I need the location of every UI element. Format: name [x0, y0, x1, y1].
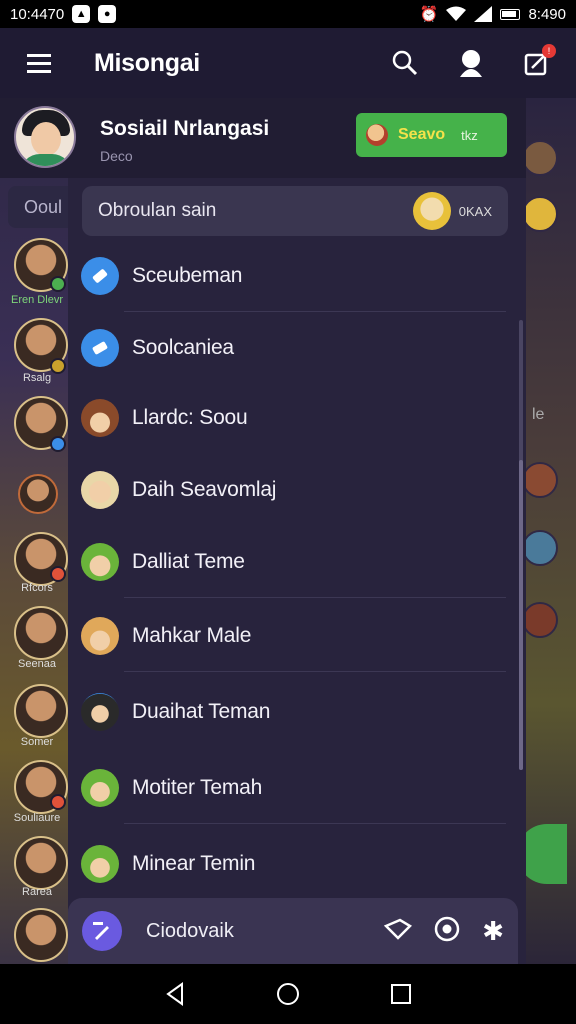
list-item[interactable]: Soolcaniea [68, 312, 526, 384]
left-avatar[interactable] [14, 908, 68, 962]
coin-icon [366, 124, 388, 146]
status-time: 10:4470 [10, 5, 65, 23]
right-avatar[interactable] [522, 602, 558, 638]
status-badge [50, 436, 66, 452]
drawer-search-row[interactable]: Obroulan sain 0KAX [82, 186, 508, 236]
avatar [81, 543, 119, 581]
left-caption: Rarea [22, 886, 52, 898]
back-icon[interactable] [164, 982, 186, 1006]
tag-icon[interactable] [384, 918, 413, 945]
search-label: Obroulan sain [98, 200, 217, 221]
list-item-label: Motiter Temah [132, 776, 263, 799]
app-notification-icon: ▲ [72, 5, 91, 23]
alarm-icon: ⏰ [419, 6, 439, 23]
list-item[interactable]: Daih Seavomlaj [68, 454, 526, 526]
list-item-label: Mahkar Male [132, 624, 252, 647]
list-item[interactable]: Llardc: Soou [68, 382, 526, 454]
drawer-bottom-bar: Ciodovaik ✱ [68, 898, 518, 964]
side-letter: le [532, 406, 545, 423]
left-caption: Rsalg [22, 372, 52, 384]
ticket-icon [81, 329, 119, 367]
status-badge [50, 566, 66, 582]
list-item-label: Dalliat Teme [132, 550, 245, 573]
profile-avatar[interactable] [14, 106, 76, 168]
right-avatar[interactable] [522, 530, 558, 566]
right-avatar[interactable] [522, 140, 558, 176]
list-item-label: Minear Temin [132, 852, 256, 875]
battery-icon [500, 8, 521, 20]
chat-notification-icon: ● [98, 5, 117, 23]
left-avatar[interactable] [18, 474, 58, 514]
list-item-label: Duaihat Teman [132, 700, 271, 723]
ticket-icon [81, 257, 119, 295]
avatar [81, 845, 119, 883]
left-caption: Seenaa [18, 658, 56, 670]
action-sub: tkz [461, 127, 478, 143]
online-badge [50, 276, 66, 292]
menu-icon[interactable] [22, 46, 56, 80]
list-item[interactable]: Duaihat Teman [68, 676, 526, 748]
list-item[interactable]: Sceubeman [68, 240, 526, 312]
list-item[interactable]: Motiter Temah [68, 752, 526, 824]
profile-subtitle: Deco [100, 148, 133, 164]
notification-compose-icon[interactable]: ! [520, 44, 556, 80]
status-bar: 10:4470 ▲ ● ⏰ 8:490 [0, 0, 576, 28]
bottom-bar-label: Ciodovaik [146, 919, 234, 942]
list-item-label: Sceubeman [132, 264, 243, 287]
system-nav-bar [0, 964, 576, 1024]
avatar [81, 399, 119, 437]
avatar [81, 471, 119, 509]
settings-icon[interactable]: ✱ [482, 918, 504, 944]
target-icon[interactable] [434, 916, 460, 947]
list-item[interactable]: Mahkar Male [68, 600, 526, 672]
list-item[interactable]: Minear Temin [68, 828, 526, 900]
home-icon[interactable] [276, 982, 300, 1006]
list-item-label: Llardc: Soou [132, 406, 248, 429]
search-right-text: 0KAX [458, 203, 492, 219]
right-avatar[interactable] [522, 462, 558, 498]
left-tab[interactable]: Ooul [8, 186, 68, 228]
user-avatar [412, 192, 451, 230]
list-item-label: Soolcaniea [132, 336, 234, 359]
left-caption: Eren Dlevr [11, 294, 63, 306]
left-avatar[interactable] [14, 606, 68, 660]
wifi-icon [446, 6, 467, 21]
scrollbar-thumb[interactable] [519, 460, 523, 770]
profile-name: Sosiail Nrlangasi [100, 117, 270, 140]
list-item-label: Daih Seavomlaj [132, 478, 277, 501]
search-icon[interactable] [388, 46, 422, 80]
profile-action-button[interactable]: Seavo tkz [356, 113, 507, 157]
avatar [81, 769, 119, 807]
signal-icon [474, 6, 493, 22]
status-clock-right: 8:490 [528, 5, 566, 23]
profile-icon[interactable] [454, 46, 488, 80]
action-label: Seavo [398, 126, 446, 143]
left-avatar[interactable] [14, 836, 68, 890]
avatar [81, 693, 119, 731]
left-avatar[interactable] [14, 684, 68, 738]
app-title: Misongai [94, 48, 200, 77]
left-caption: Rfcors [21, 582, 53, 594]
recents-icon[interactable] [390, 983, 412, 1005]
status-badge [50, 794, 66, 810]
left-caption: Somer [20, 736, 54, 748]
left-caption: Souliaure [13, 812, 61, 824]
notification-badge: ! [542, 44, 556, 58]
app-bar: Misongai ! [0, 28, 576, 98]
compose-icon[interactable] [82, 911, 122, 951]
list-item[interactable]: Dalliat Teme [68, 526, 526, 598]
right-avatar[interactable] [522, 196, 558, 232]
avatar [81, 617, 119, 655]
